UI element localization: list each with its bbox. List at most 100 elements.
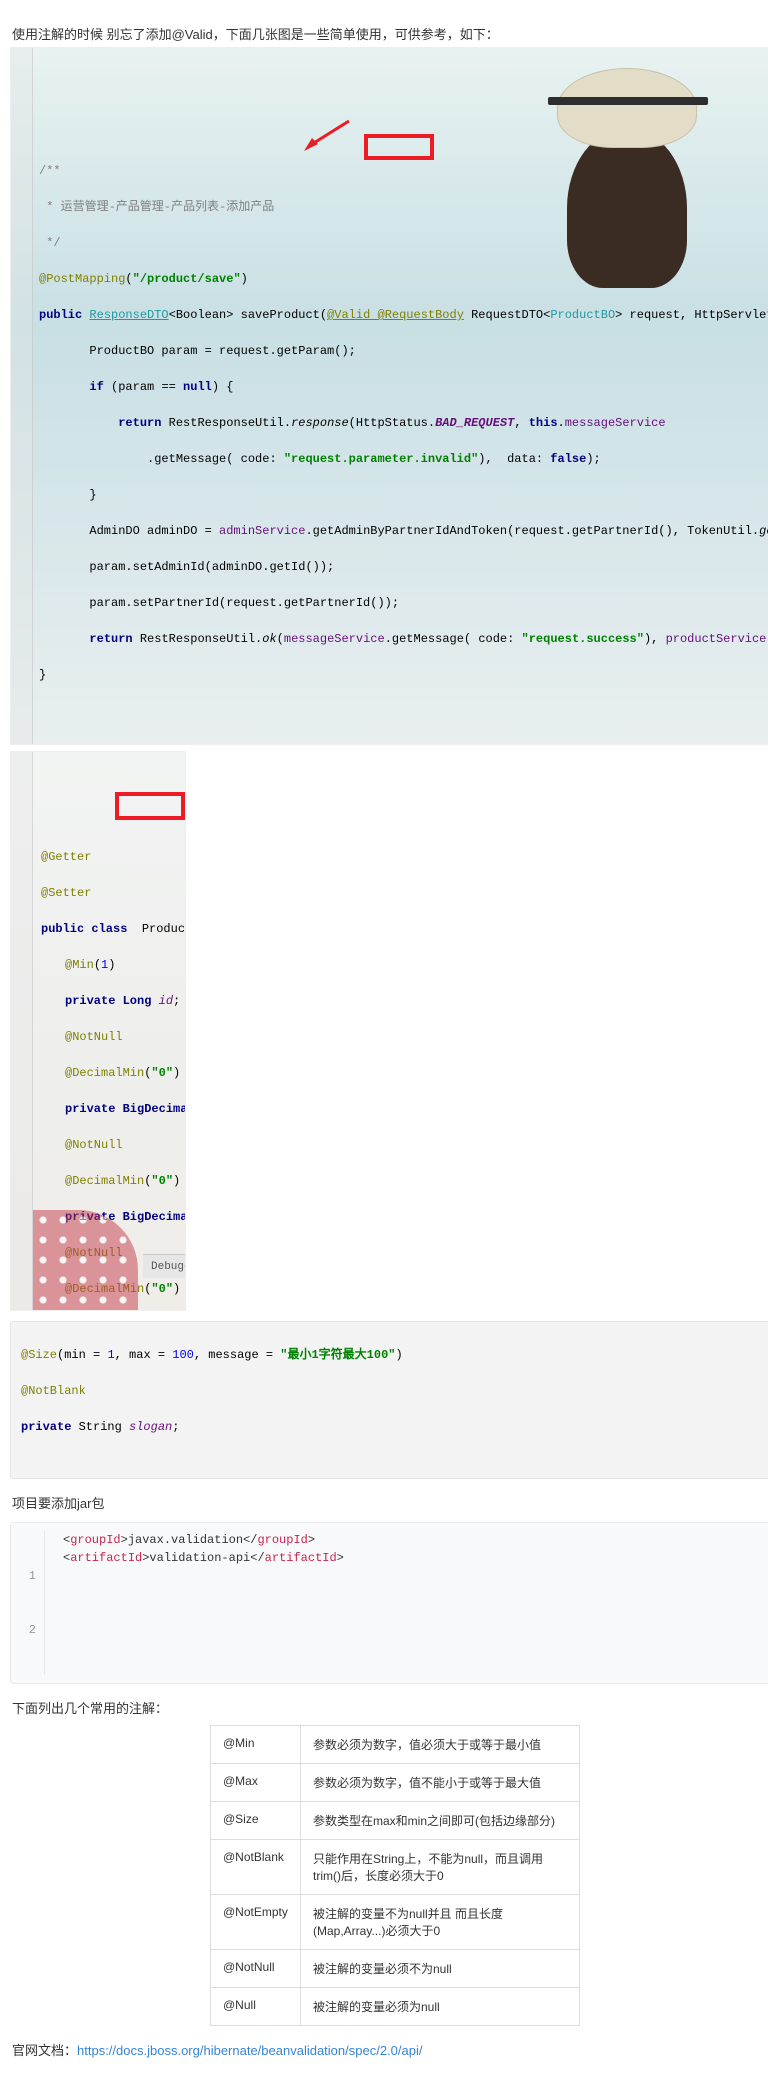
- t: <Boolean>: [169, 308, 241, 322]
- s: "最小1字符最大100": [280, 1348, 395, 1362]
- n: 1: [107, 1348, 114, 1362]
- t: (param ==: [104, 380, 183, 394]
- t: RestResponseUtil.: [161, 416, 291, 430]
- t: }: [39, 668, 46, 682]
- t: RequestDTO<: [464, 308, 550, 322]
- annotation: @Valid @RequestBody: [327, 308, 464, 322]
- t: (: [320, 308, 327, 322]
- ann: @Min: [65, 958, 94, 972]
- ann: @NotBlank: [21, 1384, 86, 1398]
- table-row: @Max参数必须为数字，值不能小于或等于最大值: [211, 1764, 580, 1802]
- dependency-block: 1 2 <groupId>javax.validation</groupId><…: [10, 1522, 768, 1684]
- comment: /**: [39, 164, 61, 178]
- doc-link[interactable]: https://docs.jboss.org/hibernate/beanval…: [77, 2043, 422, 2058]
- kw: private BigDecimal: [65, 1102, 186, 1116]
- classname: ProductBO: [142, 922, 186, 936]
- t: [39, 632, 89, 646]
- anno-key: @NotBlank: [211, 1840, 301, 1895]
- str: "0": [151, 1282, 173, 1296]
- t: (: [277, 632, 284, 646]
- list-header: 下面列出几个常用的注解：: [12, 1698, 768, 1717]
- red-box-1: [364, 134, 434, 160]
- kw: if: [89, 380, 103, 394]
- code-figure-2: @Getter @Setter public class ProductBO @…: [10, 751, 186, 1311]
- ann: @NotNull: [65, 1138, 123, 1152]
- gutter: [11, 752, 33, 1310]
- annotation: @Setter: [41, 886, 91, 900]
- kw: private: [21, 1420, 79, 1434]
- str: "0": [151, 1174, 173, 1188]
- kw: null: [183, 380, 212, 394]
- t: ), data:: [478, 452, 550, 466]
- size-code-block: @Size(min = 1, max = 100, message = "最小1…: [10, 1321, 768, 1479]
- t: > request, HttpServletRequest httpServle…: [615, 308, 768, 322]
- t: ) {: [212, 380, 234, 394]
- fn: ok: [262, 632, 276, 646]
- anno-key: @Min: [211, 1726, 301, 1764]
- anno-key: @NotNull: [211, 1950, 301, 1988]
- kw: public: [39, 308, 89, 322]
- kw: return: [118, 416, 161, 430]
- type: ProductBO: [550, 308, 615, 322]
- ann: @DecimalMin: [65, 1066, 144, 1080]
- t: ,: [514, 416, 528, 430]
- t: ): [241, 272, 248, 286]
- str: "request.success": [522, 632, 644, 646]
- table-row: @Size参数类型在max和min之间即可(包括边缘部分): [211, 1802, 580, 1840]
- t: param.setPartnerId(request.getPartnerId(…: [39, 596, 399, 610]
- fn: response: [291, 416, 349, 430]
- f: slogan: [129, 1420, 172, 1434]
- dep-body: <groupId>javax.validation</groupId><arti…: [45, 1531, 344, 1675]
- ann: @Size: [21, 1348, 57, 1362]
- field: productService: [666, 632, 767, 646]
- doc-line: 官网文档：https://docs.jboss.org/hibernate/be…: [12, 2040, 768, 2059]
- table-row: @NotBlank只能作用在String上，不能为null，而且调用trim()…: [211, 1840, 580, 1895]
- anno-desc: 被注解的变量必须为null: [301, 1988, 580, 2026]
- anno-key: @Size: [211, 1802, 301, 1840]
- table-row: @Null被注解的变量必须为null: [211, 1988, 580, 2026]
- fld: id: [159, 994, 173, 1008]
- kw: private Long: [65, 994, 159, 1008]
- type: ResponseDTO: [89, 308, 168, 322]
- field: adminService: [219, 524, 305, 538]
- t: , message =: [194, 1348, 280, 1362]
- annotation-table: @Min参数必须为数字，值必须大于或等于最小值 @Max参数必须为数字，值不能小…: [210, 1725, 580, 2026]
- debugger-label: Debugge: [151, 1258, 186, 1276]
- table-row: @NotEmpty被注解的变量不为null并且 而且长度(Map,Array..…: [211, 1895, 580, 1950]
- anno-key: @Max: [211, 1764, 301, 1802]
- t: String: [79, 1420, 129, 1434]
- str: "0": [151, 1066, 173, 1080]
- ann: @NotNull: [65, 1030, 123, 1044]
- t: ): [396, 1348, 403, 1362]
- comment: */: [39, 236, 61, 250]
- t: param.setAdminId(adminDO.getId());: [39, 560, 334, 574]
- str: "request.parameter.invalid": [284, 452, 478, 466]
- t: ;: [172, 1420, 179, 1434]
- debugger-bar: Debugge: [143, 1254, 185, 1278]
- comment: * 运营管理-产品管理-产品列表-添加产品: [39, 200, 274, 214]
- kw: public class: [41, 922, 135, 936]
- anno-desc: 被注解的变量必须不为null: [301, 1950, 580, 1988]
- t: ),: [644, 632, 666, 646]
- anno-desc: 被注解的变量不为null并且 而且长度(Map,Array...)必须大于0: [301, 1895, 580, 1950]
- anno-desc: 参数必须为数字，值必须大于或等于最小值: [301, 1726, 580, 1764]
- t: AdminDO adminDO =: [39, 524, 219, 538]
- red-box-2: [115, 792, 185, 820]
- anno-desc: 参数类型在max和min之间即可(包括边缘部分): [301, 1802, 580, 1840]
- t: (: [125, 272, 132, 286]
- table-row: @NotNull被注解的变量必须不为null: [211, 1950, 580, 1988]
- fn: getAuthorizationHeader: [759, 524, 768, 538]
- t: , max =: [115, 1348, 173, 1362]
- background-person: [507, 68, 747, 288]
- doc-prefix: 官网文档：: [12, 2043, 77, 2058]
- field: messageService: [565, 416, 666, 430]
- t: .getMessage( code:: [385, 632, 522, 646]
- annotation: @PostMapping: [39, 272, 125, 286]
- t: .getAdminByPartnerIdAndToken(request.get…: [305, 524, 759, 538]
- anno-desc: 参数必须为数字，值不能小于或等于最大值: [301, 1764, 580, 1802]
- n: 100: [172, 1348, 194, 1362]
- table-row: @Min参数必须为数字，值必须大于或等于最小值: [211, 1726, 580, 1764]
- field: messageService: [284, 632, 385, 646]
- t: [39, 380, 89, 394]
- red-arrow-icon: [251, 98, 311, 138]
